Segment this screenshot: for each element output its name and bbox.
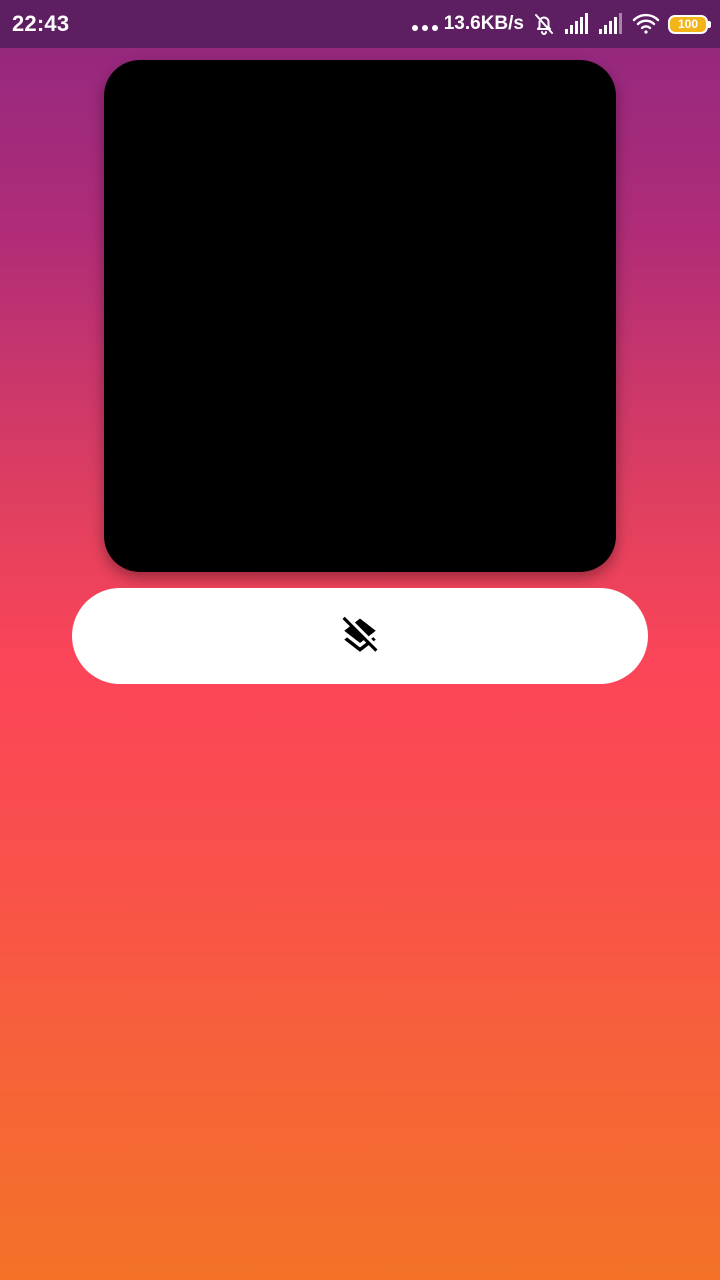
status-bar: 22:43 13.6KB/s 100 [0, 0, 720, 48]
more-dots-icon [411, 25, 438, 31]
layers-clear-button[interactable] [72, 588, 648, 684]
status-time: 22:43 [12, 11, 70, 36]
battery-icon: 100 [668, 14, 711, 34]
signal-icon [598, 13, 624, 35]
wifi-icon [632, 13, 660, 35]
preview-area [104, 60, 616, 572]
battery-level: 100 [677, 17, 699, 31]
network-speed: 13.6KB/s [443, 13, 524, 34]
layers-clear-icon [339, 615, 381, 657]
status-icons: 13.6KB/s 100 [411, 12, 711, 36]
bell-off-icon [532, 12, 556, 36]
signal-icon [564, 13, 590, 35]
